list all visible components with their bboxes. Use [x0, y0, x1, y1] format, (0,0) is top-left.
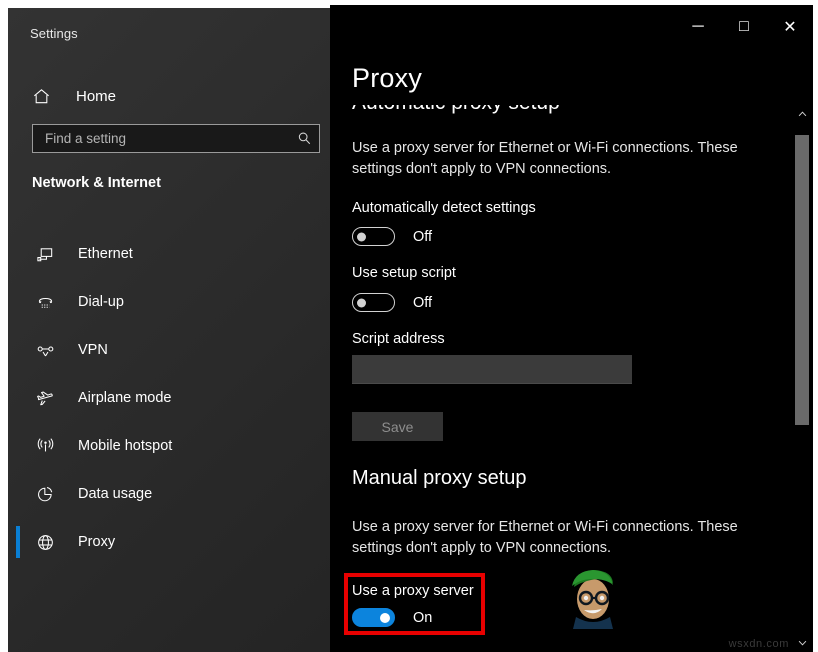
sidebar-item-label: VPN [78, 342, 108, 358]
minimize-icon[interactable]: ─ [675, 5, 721, 49]
setup-script-toggle-row[interactable]: Off [352, 293, 432, 312]
scrollbar-thumb[interactable] [795, 135, 809, 425]
automatic-proxy-heading: Automatic proxy setup [352, 105, 560, 115]
sidebar-item-home[interactable]: Home [22, 78, 318, 114]
scroll-down-icon[interactable] [794, 634, 810, 652]
automatic-proxy-description: Use a proxy server for Ethernet or Wi-Fi… [352, 140, 738, 177]
data-usage-icon [30, 485, 60, 504]
page-title: Proxy [352, 63, 423, 93]
use-proxy-state: On [413, 609, 433, 626]
app-title: Settings [30, 26, 78, 41]
selection-indicator [16, 286, 20, 318]
setup-script-toggle[interactable] [352, 293, 395, 312]
dialup-icon [30, 293, 60, 312]
close-icon[interactable]: ✕ [767, 5, 813, 49]
use-proxy-label: Use a proxy server [352, 583, 474, 599]
airplane-icon [30, 389, 60, 408]
settings-window: Settings Home Network & Internet [0, 0, 818, 652]
sidebar-item-label: Proxy [78, 534, 116, 550]
auto-detect-toggle-row[interactable]: Off [352, 227, 432, 246]
window-controls: ─ □ ✕ [675, 5, 813, 49]
ethernet-icon [30, 245, 60, 264]
selection-indicator [16, 382, 20, 414]
sidebar-nav: Ethernet Dial-up VPN Airplane mode Mobil… [8, 230, 330, 566]
toggle-knob [380, 612, 390, 623]
use-proxy-toggle-row[interactable]: On [352, 608, 432, 627]
manual-proxy-heading: Manual proxy setup [352, 467, 527, 489]
script-address-label: Script address [352, 331, 445, 347]
content-panel: ─ □ ✕ Proxy Automatic proxy setup Use a … [330, 5, 813, 652]
sidebar-item-mobile-hotspot[interactable]: Mobile hotspot [8, 422, 330, 470]
settings-scroll-area: Automatic proxy setup Use a proxy server… [330, 105, 793, 652]
sidebar-item-proxy[interactable]: Proxy [8, 518, 330, 566]
title-bar: ─ □ ✕ [330, 5, 813, 49]
maximize-icon[interactable]: □ [721, 5, 767, 49]
auto-detect-toggle[interactable] [352, 227, 395, 246]
auto-detect-state: Off [413, 228, 433, 245]
sidebar-item-airplane-mode[interactable]: Airplane mode [8, 374, 330, 422]
selection-indicator [16, 478, 20, 510]
content-scrollbar[interactable] [794, 105, 810, 652]
vpn-icon [30, 341, 60, 360]
auto-detect-label: Automatically detect settings [352, 200, 536, 216]
sidebar: Settings Home Network & Internet [8, 8, 330, 652]
scroll-up-icon[interactable] [794, 105, 810, 123]
manual-proxy-description: Use a proxy server for Ethernet or Wi-Fi… [352, 519, 738, 556]
sidebar-item-dial-up[interactable]: Dial-up [8, 278, 330, 326]
search-icon[interactable] [289, 131, 319, 146]
selection-indicator [16, 430, 20, 462]
sidebar-item-vpn[interactable]: VPN [8, 326, 330, 374]
sidebar-item-label: Mobile hotspot [78, 438, 173, 454]
sidebar-item-label: Airplane mode [78, 390, 172, 406]
watermark-text: wsxdn.com [728, 638, 789, 650]
toggle-knob [357, 298, 366, 307]
setup-script-label: Use setup script [352, 265, 456, 281]
save-button[interactable]: Save [352, 412, 443, 441]
search-input[interactable] [33, 131, 289, 146]
hotspot-icon [30, 437, 60, 456]
sidebar-item-label: Data usage [78, 486, 153, 502]
sidebar-item-label: Ethernet [78, 246, 133, 262]
globe-icon [30, 533, 60, 552]
home-icon [22, 87, 60, 106]
category-label: Network & Internet [32, 175, 161, 191]
home-label: Home [76, 87, 117, 105]
selection-indicator [16, 238, 20, 270]
selection-indicator [16, 526, 20, 558]
use-proxy-toggle[interactable] [352, 608, 395, 627]
selection-indicator [16, 334, 20, 366]
toggle-knob [357, 232, 366, 241]
search-box[interactable] [32, 124, 320, 153]
sidebar-item-ethernet[interactable]: Ethernet [8, 230, 330, 278]
sidebar-item-label: Dial-up [78, 294, 124, 310]
script-address-input[interactable] [352, 355, 632, 384]
watermark-cartoon-icon [572, 570, 613, 629]
setup-script-state: Off [413, 294, 433, 311]
sidebar-item-data-usage[interactable]: Data usage [8, 470, 330, 518]
